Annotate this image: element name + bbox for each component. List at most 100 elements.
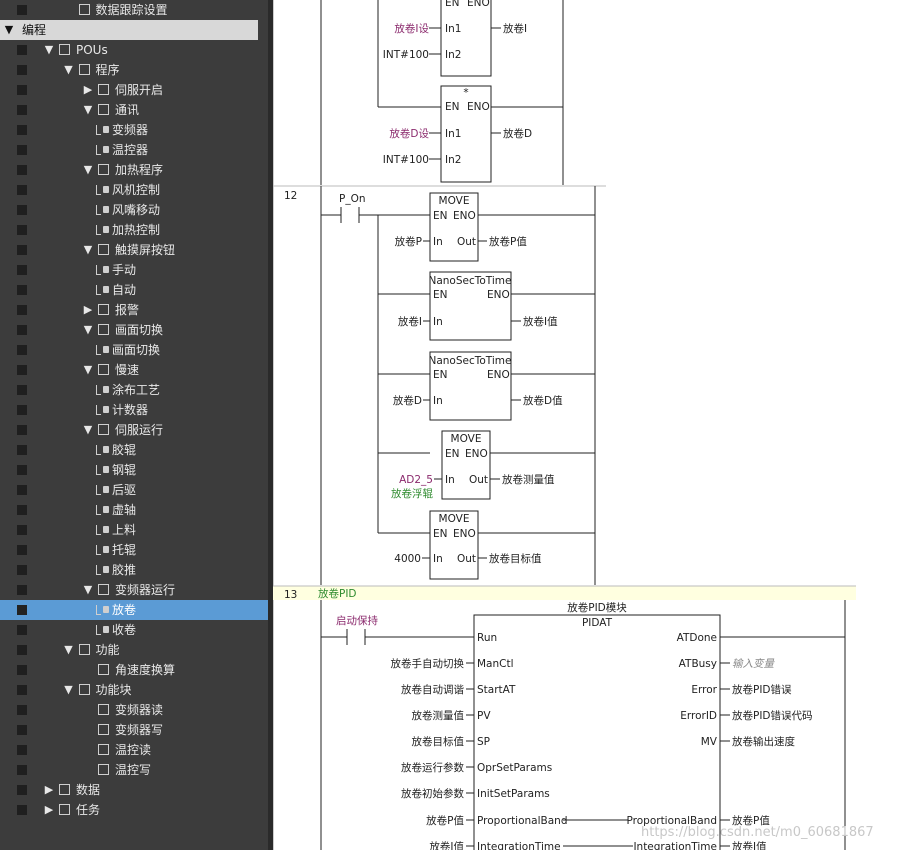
build-checkbox[interactable] <box>17 545 27 555</box>
tree-item[interactable]: 虚轴 <box>0 500 268 520</box>
pid-input-variable[interactable]: 放卷自动调谐 <box>401 683 464 696</box>
pid-input-variable[interactable]: 放卷运行参数 <box>401 761 464 774</box>
build-checkbox[interactable] <box>17 605 27 615</box>
in-variable[interactable]: 放卷D <box>393 394 422 407</box>
move-block-3[interactable]: MOVE EN ENO In Out 4000 放卷目标值 <box>394 510 542 580</box>
tree-item[interactable]: 手动 <box>0 260 268 280</box>
pid-input-variable[interactable]: 放卷P值 <box>426 814 464 827</box>
build-checkbox[interactable] <box>17 305 27 315</box>
build-checkbox[interactable] <box>17 505 27 515</box>
build-checkbox[interactable] <box>17 5 27 15</box>
tree-item[interactable]: ▶ 任务 <box>0 800 268 820</box>
tree-item[interactable]: 收卷 <box>0 620 268 640</box>
build-checkbox[interactable] <box>17 125 27 135</box>
expand-arrow-icon[interactable]: ▼ <box>83 360 93 380</box>
collapse-arrow-icon[interactable]: ▶ <box>44 780 54 800</box>
tree-item[interactable]: ▶ 数据 <box>0 780 268 800</box>
tree-item[interactable]: 角速度换算 <box>0 660 268 680</box>
tree-item[interactable]: ▶ 伺服开启 <box>0 80 268 100</box>
build-checkbox[interactable] <box>17 665 27 675</box>
expand-arrow-icon[interactable]: ▼ <box>4 20 14 40</box>
in2-constant[interactable]: INT#100 <box>383 154 429 166</box>
build-checkbox[interactable] <box>17 385 27 395</box>
expand-arrow-icon[interactable]: ▼ <box>83 580 93 600</box>
expand-arrow-icon[interactable]: ▼ <box>83 320 93 340</box>
tree-item[interactable]: 涂布工艺 <box>0 380 268 400</box>
pid-output-variable[interactable]: 放卷PID错误 <box>732 683 792 696</box>
expand-arrow-icon[interactable]: ▼ <box>83 420 93 440</box>
tree-item[interactable]: 温控器 <box>0 140 268 160</box>
collapse-arrow-icon[interactable]: ▶ <box>83 80 93 100</box>
expand-arrow-icon[interactable]: ▼ <box>44 40 54 60</box>
out-variable[interactable]: 放卷I值 <box>523 315 558 328</box>
tree-item[interactable]: 变频器读 <box>0 700 268 720</box>
build-checkbox[interactable] <box>17 205 27 215</box>
pid-output-variable[interactable]: 放卷输出速度 <box>732 735 795 748</box>
pid-input-variable[interactable]: 放卷目标值 <box>412 735 465 748</box>
build-checkbox[interactable] <box>17 225 27 235</box>
collapse-arrow-icon[interactable]: ▶ <box>44 800 54 820</box>
build-checkbox[interactable] <box>17 165 27 175</box>
in-variable[interactable]: AD2_5 <box>399 474 433 486</box>
build-checkbox[interactable] <box>17 685 27 695</box>
tree-category-programming[interactable]: ▼ 编程 <box>0 20 258 40</box>
contact-p-on[interactable]: P_On <box>339 193 366 223</box>
build-checkbox[interactable] <box>17 705 27 715</box>
build-checkbox[interactable] <box>17 365 27 375</box>
tree-item[interactable]: 温控读 <box>0 740 268 760</box>
build-checkbox[interactable] <box>17 325 27 335</box>
tree-item[interactable]: 风嘴移动 <box>0 200 268 220</box>
build-checkbox[interactable] <box>17 285 27 295</box>
out-variable[interactable]: 放卷I <box>503 22 527 35</box>
build-checkbox[interactable] <box>17 45 27 55</box>
tree-item[interactable]: 钢辊 <box>0 460 268 480</box>
build-checkbox[interactable] <box>17 765 27 775</box>
build-checkbox[interactable] <box>17 425 27 435</box>
build-checkbox[interactable] <box>17 405 27 415</box>
pid-output-variable[interactable]: 放卷PID错误代码 <box>732 709 813 722</box>
in1-variable[interactable]: 放卷I设 <box>394 22 429 35</box>
rung-comment[interactable]: 放卷PID <box>318 587 357 600</box>
tree-item[interactable]: 后驱 <box>0 480 268 500</box>
in2-constant[interactable]: INT#100 <box>383 49 429 61</box>
tree-item[interactable]: ▼ 伺服运行 <box>0 420 268 440</box>
tree-item[interactable]: 变频器写 <box>0 720 268 740</box>
multiply-block-1[interactable]: EN ENO In1 In2 放卷I设 INT#100 放卷I <box>383 0 527 77</box>
build-checkbox[interactable] <box>17 345 27 355</box>
tree-item[interactable]: 上料 <box>0 520 268 540</box>
collapse-arrow-icon[interactable]: ▶ <box>83 300 93 320</box>
build-checkbox[interactable] <box>17 85 27 95</box>
tree-item[interactable]: 胶推 <box>0 560 268 580</box>
tree-item[interactable]: ▼ 慢速 <box>0 360 268 380</box>
multiply-block-2[interactable]: * EN ENO In1 In2 放卷D设 INT#100 放卷D <box>383 85 532 183</box>
build-checkbox[interactable] <box>17 565 27 575</box>
tree-item[interactable]: 计数器 <box>0 400 268 420</box>
build-checkbox[interactable] <box>17 445 27 455</box>
build-checkbox[interactable] <box>17 465 27 475</box>
tree-item[interactable]: 风机控制 <box>0 180 268 200</box>
tree-item[interactable]: 托辊 <box>0 540 268 560</box>
build-checkbox[interactable] <box>17 645 27 655</box>
expand-arrow-icon[interactable]: ▼ <box>83 160 93 180</box>
tree-item[interactable]: 自动 <box>0 280 268 300</box>
expand-arrow-icon[interactable]: ▼ <box>83 100 93 120</box>
tree-item[interactable]: ▼ 加热程序 <box>0 160 268 180</box>
tree-item[interactable]: 温控写 <box>0 760 268 780</box>
nanosectotime-block-2[interactable]: NanoSecToTime EN ENO In 放卷D 放卷D值 <box>393 351 563 421</box>
build-checkbox[interactable] <box>17 185 27 195</box>
build-checkbox[interactable] <box>17 625 27 635</box>
out-variable[interactable]: 放卷目标值 <box>489 552 542 565</box>
pid-output-variable[interactable]: 输入变量 <box>732 658 775 670</box>
out-variable[interactable]: 放卷测量值 <box>502 473 555 486</box>
build-checkbox[interactable] <box>17 785 27 795</box>
build-checkbox[interactable] <box>17 745 27 755</box>
pid-output-variable[interactable]: 放卷I值 <box>732 840 767 850</box>
expand-arrow-icon[interactable]: ▼ <box>64 640 74 660</box>
move-block-1[interactable]: MOVE EN ENO In Out 放卷P 放卷P值 <box>395 192 528 262</box>
out-variable[interactable]: 放卷D <box>503 127 532 140</box>
rung-comment-bar[interactable] <box>273 586 856 600</box>
in-constant[interactable]: 4000 <box>394 553 421 565</box>
tree-item[interactable]: ▼ 功能 <box>0 640 268 660</box>
out-variable[interactable]: 放卷P值 <box>489 235 527 248</box>
tree-item[interactable]: ▼ 程序 <box>0 60 268 80</box>
